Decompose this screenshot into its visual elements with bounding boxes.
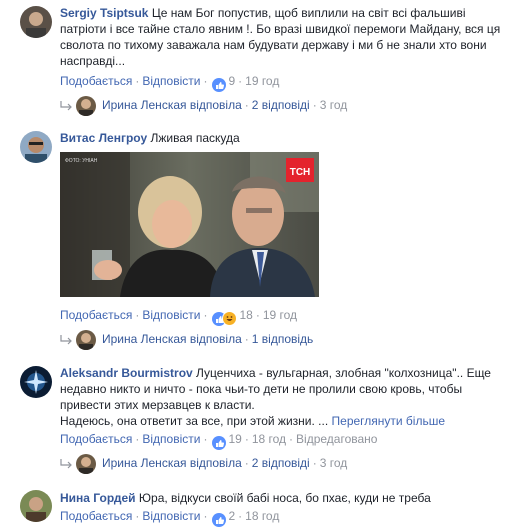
reaction-summary[interactable] (212, 310, 238, 327)
replies-link[interactable]: Ирина Ленская відповіла · 2 відповіді · 3 го… (60, 95, 348, 116)
avatar[interactable] (20, 490, 52, 522)
comment-actions: Подобається · Відповісти · 18 · 19 год (60, 307, 297, 327)
reaction-summary[interactable] (212, 76, 227, 92)
reply-count[interactable]: 1 відповідь (252, 332, 314, 346)
avatar[interactable] (20, 131, 52, 163)
comment-actions: Подобається · Відповісти · 2 · 18 год (60, 508, 279, 527)
reply-verb: відповіла (189, 332, 242, 346)
see-more-link[interactable]: Переглянути більше (332, 414, 446, 428)
reaction-count[interactable]: 2 (228, 509, 235, 523)
comment-body: Sergiy Tsiptsuk Це нам Бог попустив, щоб… (60, 5, 508, 69)
reply-button[interactable]: Відповісти (142, 509, 200, 523)
reply-count[interactable]: 2 відповіді (252, 98, 310, 112)
reply-count[interactable]: 2 відповіді (252, 456, 310, 470)
comment-time[interactable]: 18 год (245, 509, 279, 523)
reply-verb: відповіла (189, 456, 242, 470)
reaction-count[interactable]: 9 (228, 74, 235, 88)
comment-author[interactable]: Нина Гордей (60, 491, 136, 505)
reply-time: 3 год (319, 98, 348, 112)
reply-avatar (76, 329, 96, 350)
comment-actions: Подобається · Відповісти · 9 · 19 год (60, 73, 279, 92)
reply-author[interactable]: Ирина Ленская (102, 332, 187, 346)
like-button[interactable]: Подобається (60, 509, 132, 523)
like-reaction-icon (212, 435, 227, 450)
comment-time[interactable]: 19 год (245, 74, 279, 88)
avatar[interactable] (20, 6, 52, 38)
reply-arrow-icon (60, 458, 72, 469)
reply-button[interactable]: Відповісти (142, 74, 200, 88)
comment-author[interactable]: Aleksandr Bourmistrov (60, 366, 193, 380)
comment-author[interactable]: Витас Ленгроу (60, 131, 147, 145)
reply-arrow-icon (60, 100, 72, 111)
avatar[interactable] (20, 366, 52, 398)
comment-body: Нина Гордей Юра, відкуси своїй бабі носа… (60, 490, 508, 506)
reaction-summary[interactable] (212, 434, 227, 450)
like-reaction-icon (212, 77, 227, 92)
reply-time: 3 год (319, 456, 348, 470)
comment-actions: Подобається · Відповісти · 19 · 18 год · Відреда… (60, 431, 377, 450)
like-button[interactable]: Подобається (60, 432, 132, 446)
haha-reaction-icon (222, 311, 238, 327)
reaction-summary[interactable] (212, 511, 227, 527)
like-reaction-icon (212, 512, 227, 527)
like-button[interactable]: Подобається (60, 74, 132, 88)
reply-button[interactable]: Відповісти (142, 432, 200, 446)
reply-author[interactable]: Ирина Ленская (102, 456, 187, 470)
reply-avatar (76, 95, 96, 116)
like-button[interactable]: Подобається (60, 308, 132, 322)
reaction-count[interactable]: 19 (228, 432, 241, 446)
reaction-count[interactable]: 18 (239, 308, 252, 322)
comment-text: Юра, відкуси своїй бабі носа, бо пхає, к… (138, 491, 431, 505)
comment-time[interactable]: 19 год (263, 308, 297, 322)
reply-avatar (76, 453, 96, 474)
replies-link[interactable]: Ирина Ленская відповіла · 2 відповіді · 3 го… (60, 453, 348, 474)
replies-link[interactable]: Ирина Ленская відповіла · 1 відповідь (60, 329, 314, 350)
reply-author[interactable]: Ирина Ленская (102, 98, 187, 112)
comment-text-continued: Надеюсь, она ответит за все, при этой жи… (60, 414, 329, 428)
reply-arrow-icon (60, 334, 72, 345)
comment-body: Aleksandr Bourmistrov Луценчиха - вульга… (60, 365, 508, 429)
comment-text: Лживая паскуда (150, 131, 240, 145)
reply-button[interactable]: Відповісти (142, 308, 200, 322)
comment-body: Витас Ленгроу Лживая паскуда (60, 130, 508, 146)
reply-verb: відповіла (189, 98, 242, 112)
comment-author[interactable]: Sergiy Tsiptsuk (60, 6, 148, 20)
comment-time[interactable]: 18 год (252, 432, 286, 446)
photo-caption: ФОТО: УНІАН (65, 158, 98, 164)
tsn-logo-text: ТСН (290, 167, 311, 178)
comment-photo[interactable]: ТСН ФОТО: УНІАН (60, 152, 319, 297)
edited-label[interactable]: Відредаговано (296, 432, 377, 446)
